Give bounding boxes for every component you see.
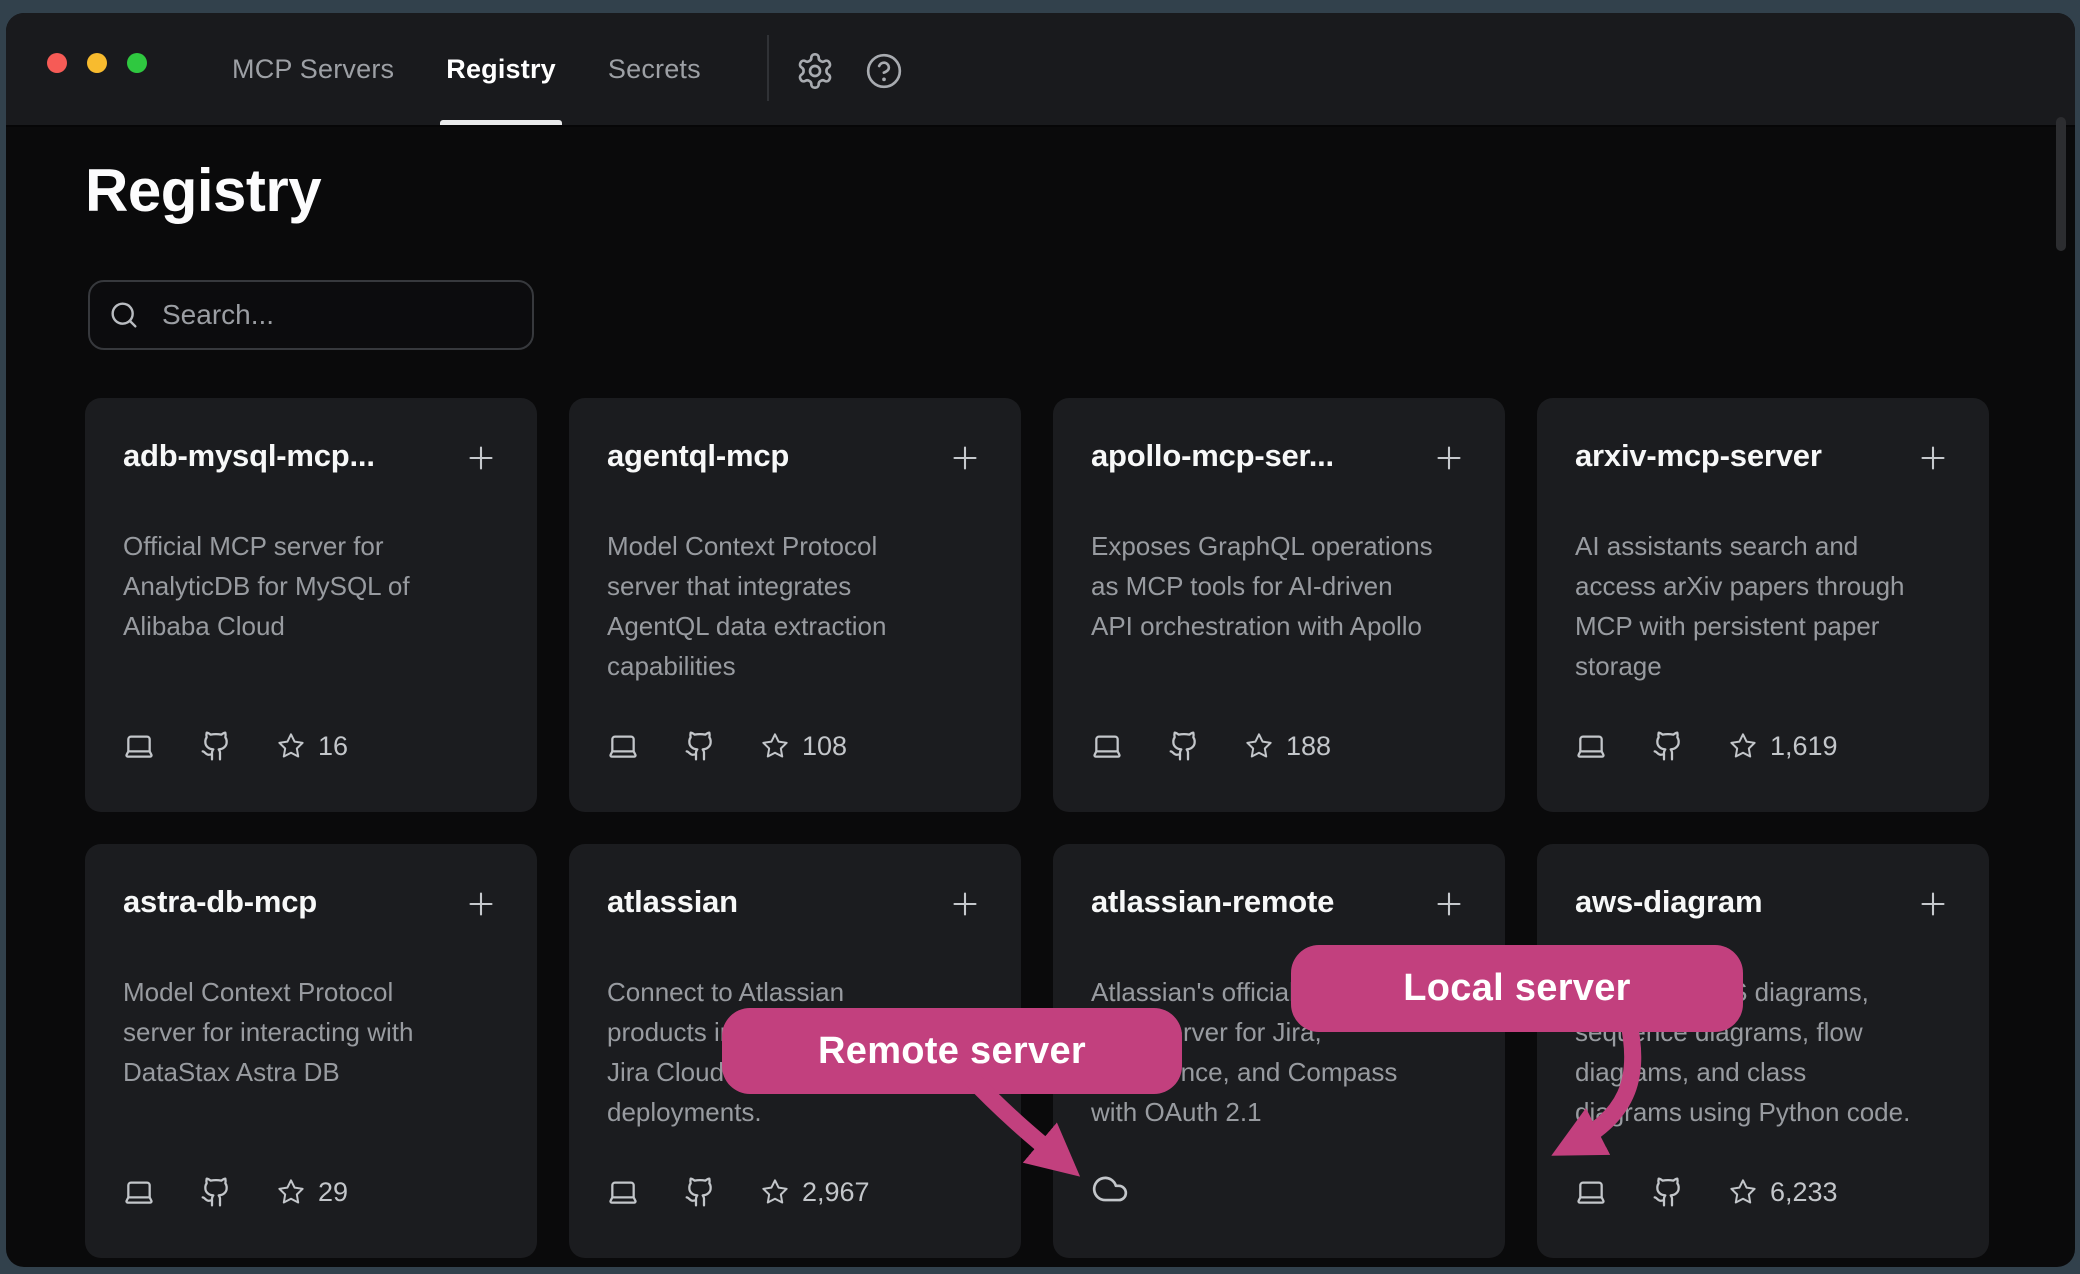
server-name: adb-mysql-mcp... bbox=[123, 438, 375, 474]
server-name: atlassian-remote bbox=[1091, 884, 1334, 920]
add-server-button[interactable] bbox=[1915, 886, 1951, 922]
github-icon bbox=[684, 730, 716, 762]
titlebar: MCP Servers Registry Secrets bbox=[6, 13, 2075, 127]
search-input[interactable] bbox=[162, 299, 523, 331]
add-server-button[interactable] bbox=[463, 886, 499, 922]
laptop-icon bbox=[607, 730, 639, 762]
stars: 2,967 bbox=[761, 1177, 870, 1208]
star-count: 108 bbox=[802, 731, 847, 762]
server-name: atlassian bbox=[607, 884, 738, 920]
star-icon bbox=[761, 732, 789, 760]
server-name: arxiv-mcp-server bbox=[1575, 438, 1822, 474]
stars: 108 bbox=[761, 731, 847, 762]
server-description: AI assistants search and access arXiv pa… bbox=[1575, 526, 1951, 686]
star-icon bbox=[277, 732, 305, 760]
star-icon bbox=[761, 1178, 789, 1206]
server-name: aws-diagram bbox=[1575, 884, 1762, 920]
cloud-icon bbox=[1091, 1170, 1129, 1208]
stars: 6,233 bbox=[1729, 1177, 1838, 1208]
star-count: 16 bbox=[318, 731, 348, 762]
vertical-scrollbar-thumb[interactable] bbox=[2056, 117, 2066, 251]
laptop-icon bbox=[123, 1176, 155, 1208]
nav-tabs: MCP Servers Registry Secrets bbox=[232, 13, 701, 125]
server-card-aws-diagram: aws-diagram Generate AWS diagrams, seque… bbox=[1537, 844, 1989, 1258]
search-box bbox=[88, 280, 534, 350]
star-count: 2,967 bbox=[802, 1177, 870, 1208]
laptop-icon bbox=[607, 1176, 639, 1208]
add-server-button[interactable] bbox=[947, 440, 983, 476]
add-server-button[interactable] bbox=[947, 886, 983, 922]
server-card-apollo: apollo-mcp-ser... Exposes GraphQL operat… bbox=[1053, 398, 1505, 812]
tab-secrets[interactable]: Secrets bbox=[608, 13, 701, 125]
github-icon bbox=[200, 730, 232, 762]
github-icon bbox=[1652, 1176, 1684, 1208]
server-name: apollo-mcp-ser... bbox=[1091, 438, 1334, 474]
stars: 16 bbox=[277, 731, 348, 762]
server-description: Exposes GraphQL operations as MCP tools … bbox=[1091, 526, 1467, 646]
server-name: agentql-mcp bbox=[607, 438, 789, 474]
star-icon bbox=[1729, 732, 1757, 760]
server-description: Model Context Protocol server for intera… bbox=[123, 972, 499, 1092]
annotation-local-server: Local server bbox=[1291, 945, 1743, 1032]
stars: 1,619 bbox=[1729, 731, 1838, 762]
close-button[interactable] bbox=[47, 53, 67, 73]
star-count: 188 bbox=[1286, 731, 1331, 762]
traffic-lights bbox=[47, 53, 147, 73]
server-description: Model Context Protocol server that integ… bbox=[607, 526, 983, 686]
star-count: 1,619 bbox=[1770, 731, 1838, 762]
add-server-button[interactable] bbox=[463, 440, 499, 476]
app-window: MCP Servers Registry Secrets Registry ad… bbox=[6, 13, 2075, 1267]
server-card-grid: adb-mysql-mcp... Official MCP server for… bbox=[85, 398, 1989, 1258]
add-server-button[interactable] bbox=[1431, 886, 1467, 922]
help-circle-icon[interactable] bbox=[864, 51, 904, 91]
github-icon bbox=[684, 1176, 716, 1208]
server-card-astra-db: astra-db-mcp Model Context Protocol serv… bbox=[85, 844, 537, 1258]
laptop-icon bbox=[123, 730, 155, 762]
add-server-button[interactable] bbox=[1431, 440, 1467, 476]
zoom-button[interactable] bbox=[127, 53, 147, 73]
stars: 188 bbox=[1245, 731, 1331, 762]
tab-registry[interactable]: Registry bbox=[446, 13, 556, 125]
star-count: 6,233 bbox=[1770, 1177, 1838, 1208]
server-card-adb-mysql: adb-mysql-mcp... Official MCP server for… bbox=[85, 398, 537, 812]
tab-mcp-servers[interactable]: MCP Servers bbox=[232, 13, 394, 125]
server-card-agentql: agentql-mcp Model Context Protocol serve… bbox=[569, 398, 1021, 812]
add-server-button[interactable] bbox=[1915, 440, 1951, 476]
stars: 29 bbox=[277, 1177, 348, 1208]
annotation-remote-server: Remote server bbox=[722, 1008, 1182, 1094]
toolbar-divider bbox=[767, 35, 769, 101]
laptop-icon bbox=[1091, 730, 1123, 762]
github-icon bbox=[1168, 730, 1200, 762]
settings-gear-icon[interactable] bbox=[795, 51, 835, 91]
search-icon bbox=[108, 299, 140, 331]
minimize-button[interactable] bbox=[87, 53, 107, 73]
server-name: astra-db-mcp bbox=[123, 884, 317, 920]
star-icon bbox=[1729, 1178, 1757, 1206]
github-icon bbox=[200, 1176, 232, 1208]
server-card-arxiv: arxiv-mcp-server AI assistants search an… bbox=[1537, 398, 1989, 812]
laptop-icon bbox=[1575, 730, 1607, 762]
github-icon bbox=[1652, 730, 1684, 762]
page-title: Registry bbox=[85, 156, 321, 225]
laptop-icon bbox=[1575, 1176, 1607, 1208]
star-icon bbox=[1245, 732, 1273, 760]
server-description: Official MCP server for AnalyticDB for M… bbox=[123, 526, 499, 646]
star-icon bbox=[277, 1178, 305, 1206]
star-count: 29 bbox=[318, 1177, 348, 1208]
